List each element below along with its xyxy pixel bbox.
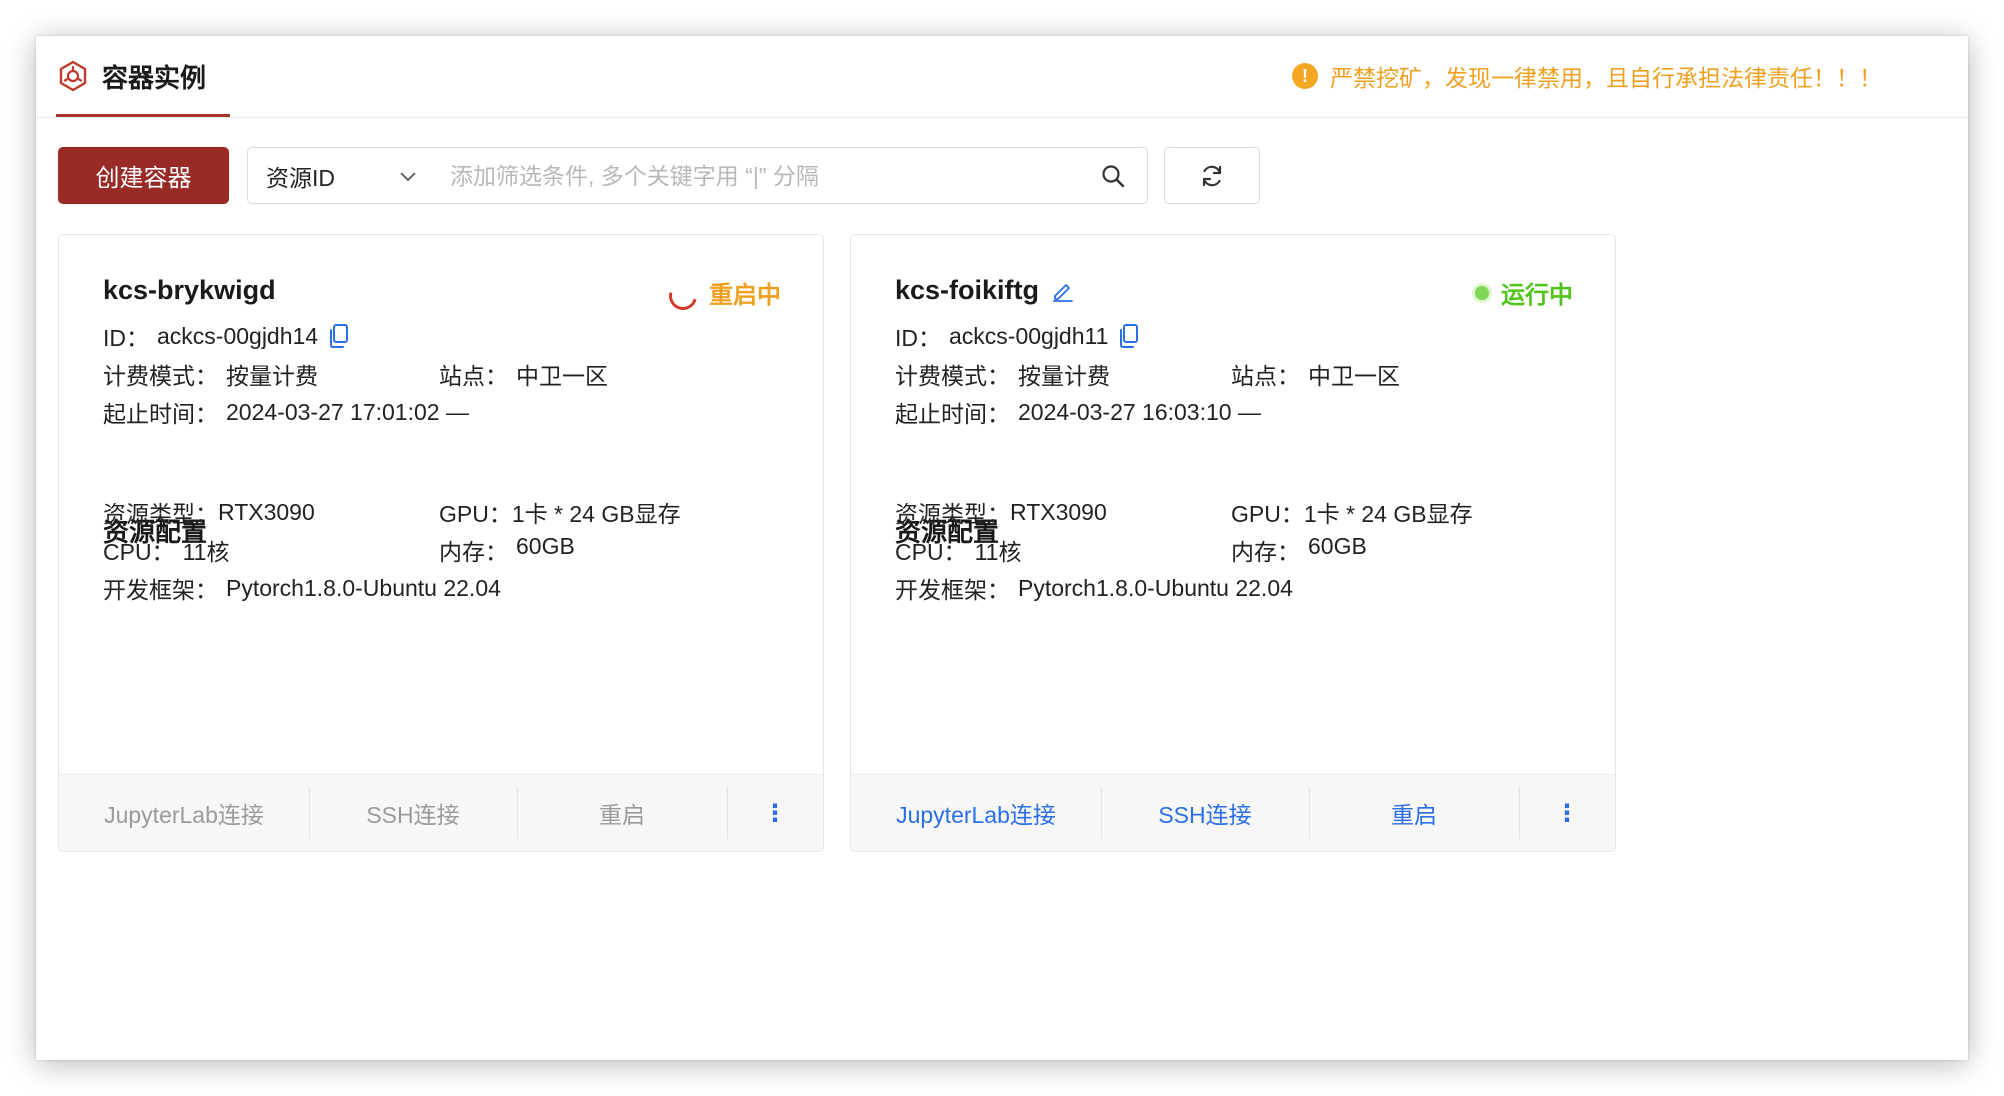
memory-label: 内存： [1231,539,1300,565]
jupyterlab-connect-button[interactable]: JupyterLab连接 [851,775,1101,851]
time-label: 起止时间： [895,401,1010,427]
time-row: 起止时间： 2024-03-27 16:03:10 — [895,395,1261,429]
time-value: 2024-03-27 16:03:10 — [1018,398,1261,425]
memory-row: 内存： 60GB [439,533,575,567]
site-row: 站点： 中卫一区 [439,357,608,391]
site-label: 站点： [439,363,508,389]
gpu-value: 1卡 * 24 GB显存 [511,501,681,527]
refresh-button[interactable] [1164,147,1260,204]
running-dot-icon [1475,285,1489,300]
site-row: 站点： 中卫一区 [1231,357,1400,391]
ssh-connect-button[interactable]: SSH连接 [309,775,517,851]
gpu-row: GPU： 1卡 * 24 GB显存 [439,495,681,529]
search-bar: 资源ID [247,147,1148,204]
filter-field-label: 资源ID [266,164,335,191]
framework-value: Pytorch1.8.0-Ubuntu 22.04 [1018,574,1293,601]
more-options-icon[interactable]: ⋮ [1519,775,1615,851]
status-text: 运行中 [1501,282,1573,309]
exclamation-circle-icon: ! [1292,63,1318,89]
search-input[interactable] [448,154,1082,199]
instance-name: kcs-foikiftg [895,275,1040,305]
create-container-button[interactable]: 创建容器 [58,147,229,204]
framework-value: Pytorch1.8.0-Ubuntu 22.04 [226,574,501,601]
framework-row: 开发框架： Pytorch1.8.0-Ubuntu 22.04 [895,571,1293,605]
memory-value: 60GB [1308,533,1367,559]
card-actions: JupyterLab连接 SSH连接 重启 ⋮ [851,774,1615,851]
container-logo-icon [56,59,90,93]
mining-warning: ! 严禁挖矿，发现一律禁用，且自行承担法律责任！！！ [1292,36,1882,116]
page-title: 容器实例 [102,62,207,93]
instance-id: ackcs-00gjdh14 [157,322,319,349]
cpu-value: 11核 [182,539,230,565]
status-text: 重启中 [709,282,781,309]
page-header: 容器实例 ! 严禁挖矿，发现一律禁用，且自行承担法律责任！！！ [36,36,1968,118]
loading-spinner-icon [663,276,703,315]
instance-name-row: kcs-foikiftg [895,275,1075,306]
ssh-connect-button[interactable]: SSH连接 [1101,775,1309,851]
billing-value: 按量计费 [226,363,318,389]
framework-label: 开发框架： [103,577,218,603]
billing-row: 计费模式： 按量计费 [895,357,1110,391]
time-value: 2024-03-27 17:01:02 — [226,398,469,425]
id-label: ID： [103,325,149,351]
more-options-icon[interactable]: ⋮ [727,775,823,851]
type-label: 资源类型： [895,501,1010,527]
cpu-row: CPU： 11核 [895,533,1021,567]
billing-row: 计费模式： 按量计费 [103,357,318,391]
jupyterlab-connect-button[interactable]: JupyterLab连接 [59,775,309,851]
cpu-label: CPU： [103,539,175,565]
framework-label: 开发框架： [895,577,1010,603]
time-label: 起止时间： [103,401,218,427]
status-badge: 运行中 [1475,275,1573,310]
billing-label: 计费模式： [895,363,1010,389]
active-tab-indicator [56,114,230,117]
copy-icon[interactable] [328,323,350,349]
restart-button[interactable]: 重启 [517,775,727,851]
gpu-label: GPU： [1231,501,1304,527]
instance-id-row: ID： ackcs-00gjdh14 [103,319,350,353]
instance-id-row: ID： ackcs-00gjdh11 [895,319,1140,353]
cpu-row: CPU： 11核 [103,533,229,567]
site-label: 站点： [1231,363,1300,389]
memory-label: 内存： [439,539,508,565]
edit-pencil-icon[interactable] [1051,279,1075,303]
site-value: 中卫一区 [516,363,608,389]
resource-type-row: 资源类型： RTX3090 [103,495,315,529]
app-window: 容器实例 ! 严禁挖矿，发现一律禁用，且自行承担法律责任！！！ 创建容器 资源I… [36,36,1968,1060]
billing-value: 按量计费 [1018,363,1110,389]
id-label: ID： [895,325,941,351]
type-value: RTX3090 [1010,498,1107,525]
instance-card: kcs-foikiftg 运行中 ID： ackcs-00gjdh11 计费模式… [850,234,1616,852]
time-row: 起止时间： 2024-03-27 17:01:02 — [103,395,469,429]
gpu-value: 1卡 * 24 GB显存 [1303,501,1473,527]
billing-label: 计费模式： [103,363,218,389]
status-badge: 重启中 [663,275,781,315]
instance-card: kcs-brykwigd 重启中 ID： ackcs-00gjdh14 计费模式… [58,234,824,852]
instance-name-row: kcs-brykwigd [103,275,276,306]
refresh-icon [1199,163,1225,189]
gpu-label: GPU： [439,501,512,527]
copy-icon[interactable] [1118,323,1140,349]
memory-row: 内存： 60GB [1231,533,1367,567]
restart-button[interactable]: 重启 [1309,775,1519,851]
cpu-value: 11核 [974,539,1022,565]
memory-value: 60GB [516,533,575,559]
chevron-down-icon[interactable] [398,166,418,186]
resource-type-row: 资源类型： RTX3090 [895,495,1107,529]
instance-id: ackcs-00gjdh11 [949,322,1109,349]
card-actions: JupyterLab连接 SSH连接 重启 ⋮ [59,774,823,851]
type-label: 资源类型： [103,501,218,527]
cpu-label: CPU： [895,539,967,565]
site-value: 中卫一区 [1308,363,1400,389]
instance-name: kcs-brykwigd [103,275,276,305]
search-icon[interactable] [1100,163,1126,189]
type-value: RTX3090 [218,498,315,525]
gpu-row: GPU： 1卡 * 24 GB显存 [1231,495,1473,529]
page-title-tab[interactable]: 容器实例 [56,36,206,116]
filter-field-select[interactable]: 资源ID [266,148,335,203]
warning-text: 严禁挖矿，发现一律禁用，且自行承担法律责任！！！ [1330,65,1882,91]
framework-row: 开发框架： Pytorch1.8.0-Ubuntu 22.04 [103,571,501,605]
